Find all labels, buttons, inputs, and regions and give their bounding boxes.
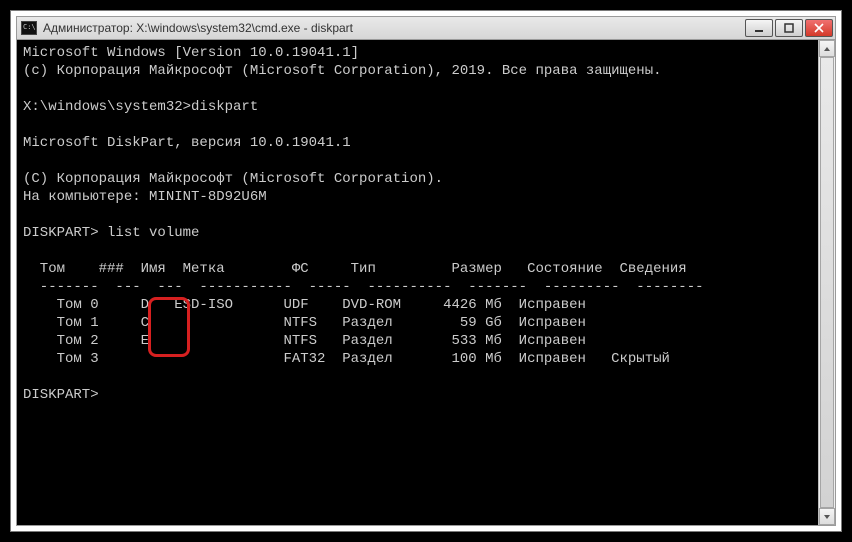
chevron-down-icon (823, 513, 831, 521)
scroll-down-button[interactable] (819, 508, 835, 525)
term-line: (c) Корпорация Майкрософт (Microsoft Cor… (23, 63, 662, 79)
close-button[interactable] (805, 19, 833, 37)
vertical-scrollbar[interactable] (818, 40, 835, 525)
scroll-thumb[interactable] (820, 57, 834, 508)
scroll-track[interactable] (819, 57, 835, 508)
term-line: Том 2 E NTFS Раздел 533 Мб Исправен (23, 333, 586, 349)
window-title: Администратор: X:\windows\system32\cmd.e… (43, 21, 739, 35)
cmd-window: Администратор: X:\windows\system32\cmd.e… (16, 16, 836, 526)
term-line: X:\windows\system32>diskpart (23, 99, 258, 115)
chevron-up-icon (823, 45, 831, 53)
term-line: Том 1 C NTFS Раздел 59 Gб Исправен (23, 315, 586, 331)
term-line: (C) Корпорация Майкрософт (Microsoft Cor… (23, 171, 443, 187)
titlebar[interactable]: Администратор: X:\windows\system32\cmd.e… (16, 16, 836, 40)
term-line: Том ### Имя Метка ФС Тип Размер Состояни… (23, 261, 687, 277)
minimize-icon (754, 23, 764, 33)
maximize-button[interactable] (775, 19, 803, 37)
term-line: Том 3 FAT32 Раздел 100 Мб Исправен Скрыт… (23, 351, 670, 367)
term-line: Microsoft DiskPart, версия 10.0.19041.1 (23, 135, 351, 151)
scroll-up-button[interactable] (819, 40, 835, 57)
term-line: Том 0 D ESD-ISO UDF DVD-ROM 4426 Мб Испр… (23, 297, 586, 313)
terminal-output[interactable]: Microsoft Windows [Version 10.0.19041.1]… (17, 40, 818, 525)
client-area: Microsoft Windows [Version 10.0.19041.1]… (16, 40, 836, 526)
term-line: На компьютере: MININT-8D92U6M (23, 189, 267, 205)
maximize-icon (784, 23, 794, 33)
minimize-button[interactable] (745, 19, 773, 37)
cmd-icon (21, 21, 37, 35)
outer-frame: Администратор: X:\windows\system32\cmd.e… (10, 10, 842, 532)
term-line: DISKPART> (23, 387, 99, 403)
term-line: DISKPART> list volume (23, 225, 199, 241)
close-icon (814, 23, 824, 33)
term-line: ------- --- --- ----------- ----- ------… (23, 279, 704, 295)
term-line: Microsoft Windows [Version 10.0.19041.1] (23, 45, 359, 61)
window-buttons (745, 19, 833, 37)
